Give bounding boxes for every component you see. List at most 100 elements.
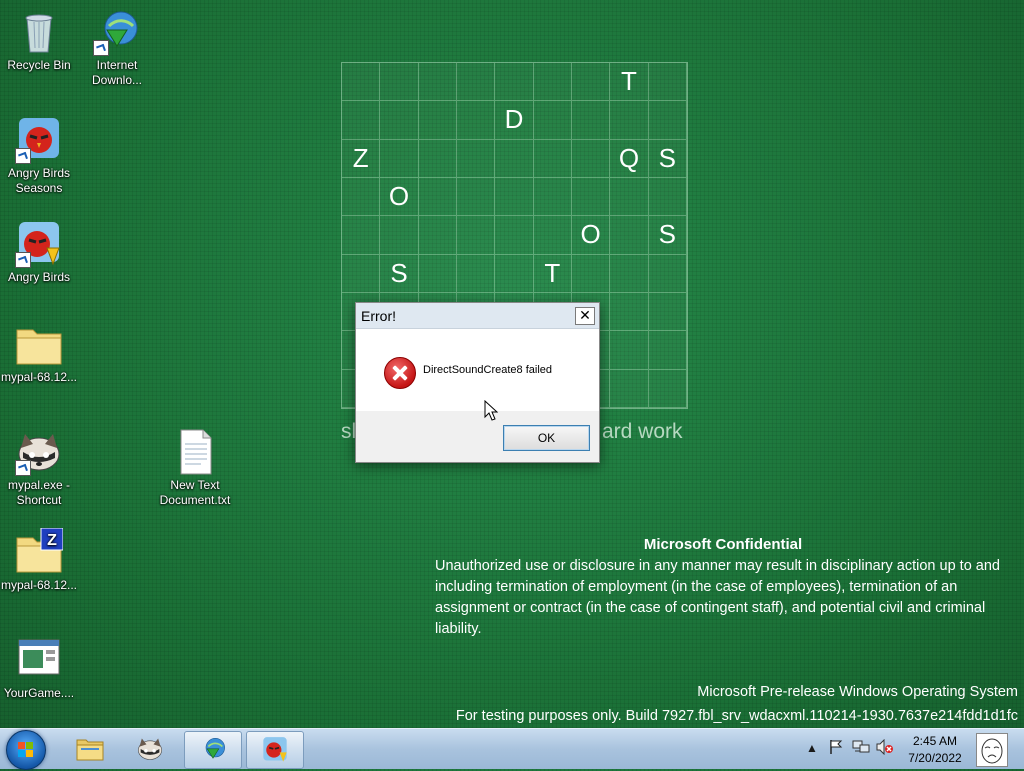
desktop-icon-label: mypal.exe - Shortcut bbox=[7, 478, 71, 507]
grid-letter-cell: T bbox=[610, 63, 649, 102]
desktop-icon-angry-birds[interactable]: Angry Birds bbox=[0, 220, 78, 285]
grid-cell bbox=[610, 369, 649, 408]
watermark-os-name: Microsoft Pre-release Windows Operating … bbox=[697, 684, 1018, 700]
grid-cell bbox=[533, 216, 572, 255]
recycle-bin-icon bbox=[15, 8, 63, 56]
grid-cell bbox=[648, 369, 687, 408]
grid-cell bbox=[342, 101, 381, 140]
grid-cell bbox=[571, 63, 611, 102]
raccoon-icon bbox=[136, 735, 164, 763]
grid-cell bbox=[495, 216, 534, 255]
grid-cell bbox=[610, 177, 649, 217]
grid-cell bbox=[342, 254, 381, 293]
text-file-icon bbox=[171, 428, 219, 476]
desktop-icon-label: Internet Downlo... bbox=[91, 58, 143, 87]
show-hidden-icons-icon[interactable]: ▲ bbox=[806, 741, 818, 755]
start-button[interactable] bbox=[6, 730, 46, 770]
desktop-icon-label: YourGame.... bbox=[3, 686, 75, 700]
user-avatar-icon[interactable] bbox=[976, 733, 1008, 767]
desktop-icon-label: Recycle Bin bbox=[7, 58, 71, 72]
svg-text:Z: Z bbox=[47, 532, 57, 549]
desktop-icon-yourgame[interactable]: YourGame.... bbox=[0, 636, 78, 701]
clock-date[interactable]: 7/20/2022 bbox=[902, 751, 968, 765]
grid-cell bbox=[380, 101, 419, 140]
network-icon[interactable] bbox=[852, 739, 870, 758]
grid-cell bbox=[495, 63, 534, 102]
grid-cell bbox=[533, 101, 572, 140]
grid-cell bbox=[533, 63, 572, 102]
grid-cell bbox=[418, 139, 457, 178]
error-icon bbox=[384, 357, 416, 389]
dialog-title: Error! bbox=[361, 308, 396, 324]
grid-cell bbox=[418, 177, 457, 217]
taskbar-mypal[interactable] bbox=[122, 731, 178, 767]
grid-cell bbox=[610, 254, 649, 293]
grid-cell bbox=[571, 254, 611, 293]
tagline-left: sl bbox=[341, 420, 357, 443]
grid-cell bbox=[648, 177, 687, 217]
grid-cell bbox=[342, 63, 381, 102]
shortcut-arrow-icon bbox=[15, 148, 31, 164]
shortcut-arrow-icon bbox=[93, 40, 109, 56]
tagline-right: ard work bbox=[602, 420, 683, 443]
mouse-cursor-icon bbox=[484, 400, 498, 421]
taskbar: ▲ 2:45 AM 7/20/2022 bbox=[0, 728, 1024, 770]
zip-folder-icon: Z bbox=[15, 527, 64, 576]
raccoon-icon bbox=[15, 428, 63, 476]
volume-muted-icon[interactable] bbox=[876, 738, 894, 758]
confidential-body: Unauthorized use or disclosure in any ma… bbox=[435, 558, 1000, 637]
grid-cell bbox=[610, 216, 649, 255]
angry-birds-seasons-icon bbox=[15, 116, 63, 164]
grid-cell bbox=[648, 101, 687, 140]
grid-cell bbox=[456, 254, 496, 293]
watermark-build: For testing purposes only. Build 7927.fb… bbox=[455, 708, 1018, 724]
grid-cell bbox=[342, 177, 381, 217]
desktop-icon-mypal-shortcut[interactable]: mypal.exe - Shortcut bbox=[0, 428, 78, 508]
grid-letter-cell: D bbox=[495, 101, 534, 140]
grid-cell bbox=[648, 292, 687, 332]
grid-letter-cell: T bbox=[533, 254, 572, 293]
grid-cell bbox=[610, 292, 649, 332]
grid-cell bbox=[456, 216, 496, 255]
grid-cell bbox=[610, 101, 649, 140]
folder-icon bbox=[15, 320, 63, 368]
angry-birds-icon bbox=[15, 220, 63, 268]
download-manager-icon bbox=[93, 8, 141, 56]
desktop-icon-recycle-bin[interactable]: Recycle Bin bbox=[0, 8, 78, 73]
grid-cell bbox=[648, 254, 687, 293]
desktop-icon-internet-download[interactable]: Internet Downlo... bbox=[78, 8, 156, 88]
grid-cell bbox=[380, 139, 419, 178]
desktop-icon-label: mypal-68.12... bbox=[0, 370, 78, 384]
desktop-icon-new-text-document[interactable]: New Text Document.txt bbox=[156, 428, 234, 508]
grid-letter-cell: O bbox=[380, 177, 419, 217]
grid-letter-cell: Z bbox=[342, 139, 381, 178]
taskbar-download-manager[interactable] bbox=[184, 731, 242, 769]
taskbar-explorer[interactable] bbox=[62, 731, 118, 767]
grid-cell bbox=[533, 139, 572, 178]
desktop-icon-mypal-folder[interactable]: mypal-68.12... bbox=[0, 320, 78, 385]
grid-cell bbox=[648, 331, 687, 370]
close-button[interactable]: ✕ bbox=[575, 307, 595, 325]
grid-cell bbox=[456, 139, 496, 178]
grid-cell bbox=[418, 101, 457, 140]
windows-logo-icon bbox=[18, 742, 34, 758]
desktop-icon-mypal-zip[interactable]: Z mypal-68.12... bbox=[0, 527, 78, 593]
clock-time[interactable]: 2:45 AM bbox=[902, 734, 968, 748]
taskbar-angry-birds[interactable] bbox=[246, 731, 304, 769]
shortcut-arrow-icon bbox=[15, 252, 31, 268]
dialog-titlebar[interactable]: Error! ✕ bbox=[356, 303, 599, 329]
desktop-icon-angry-birds-seasons[interactable]: Angry Birds Seasons bbox=[0, 116, 78, 196]
error-dialog: Error! ✕ DirectSoundCreate8 failed OK bbox=[355, 302, 600, 463]
grid-cell bbox=[456, 63, 496, 102]
angry-birds-icon bbox=[261, 736, 289, 764]
grid-cell bbox=[418, 63, 457, 102]
grid-cell bbox=[495, 177, 534, 217]
desktop-icon-label: Angry Birds bbox=[7, 270, 71, 284]
grid-cell bbox=[380, 63, 419, 102]
ok-button[interactable]: OK bbox=[503, 425, 590, 451]
grid-cell bbox=[418, 254, 457, 293]
action-center-flag-icon[interactable] bbox=[828, 739, 844, 758]
grid-cell bbox=[571, 139, 611, 178]
grid-letter-cell: S bbox=[648, 216, 687, 255]
grid-cell bbox=[342, 216, 381, 255]
